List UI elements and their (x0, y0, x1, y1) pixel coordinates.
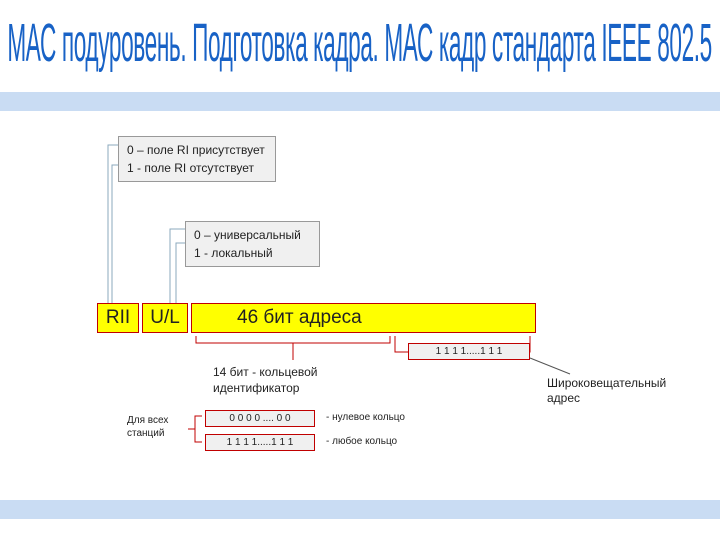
slide-title: МАС подуровень. Подготовка кадра. МАС ка… (8, 14, 713, 75)
pattern-zeros: 0 0 0 0 .... 0 0 (205, 410, 315, 427)
field-46bit: 46 бит адреса (191, 303, 536, 333)
note-ri: 0 – поле RI присутствует 1 - поле RI отс… (118, 136, 276, 182)
label-all-stations: Для всех станций (127, 415, 182, 440)
note-ul: 0 – универсальный 1 - локальный (185, 221, 320, 267)
note-ri-0: 0 – поле RI присутствует (127, 141, 267, 159)
label-zero-ring: - нулевое кольцо (326, 412, 405, 423)
pattern-broadcast: 1 1 1 1.....1 1 1 (408, 343, 530, 360)
pattern-ones: 1 1 1 1.....1 1 1 (205, 434, 315, 451)
field-rii: RII (97, 303, 139, 333)
field-ul: U/L (142, 303, 188, 333)
footer-strip (0, 500, 720, 519)
header-strip (0, 92, 720, 111)
note-ri-1: 1 - поле RI отсутствует (127, 159, 267, 177)
label-14bit: 14 бит - кольцевой идентификатор (213, 365, 353, 396)
address-fields: RII U/L 46 бит адреса (97, 303, 536, 333)
slide-header: МАС подуровень. Подготовка кадра. МАС ка… (0, 0, 720, 90)
note-ul-1: 1 - локальный (194, 244, 311, 262)
note-ul-0: 0 – универсальный (194, 226, 311, 244)
label-any-ring: - любое кольцо (326, 436, 397, 447)
label-broadcast: Широковещательный адрес (547, 376, 697, 406)
